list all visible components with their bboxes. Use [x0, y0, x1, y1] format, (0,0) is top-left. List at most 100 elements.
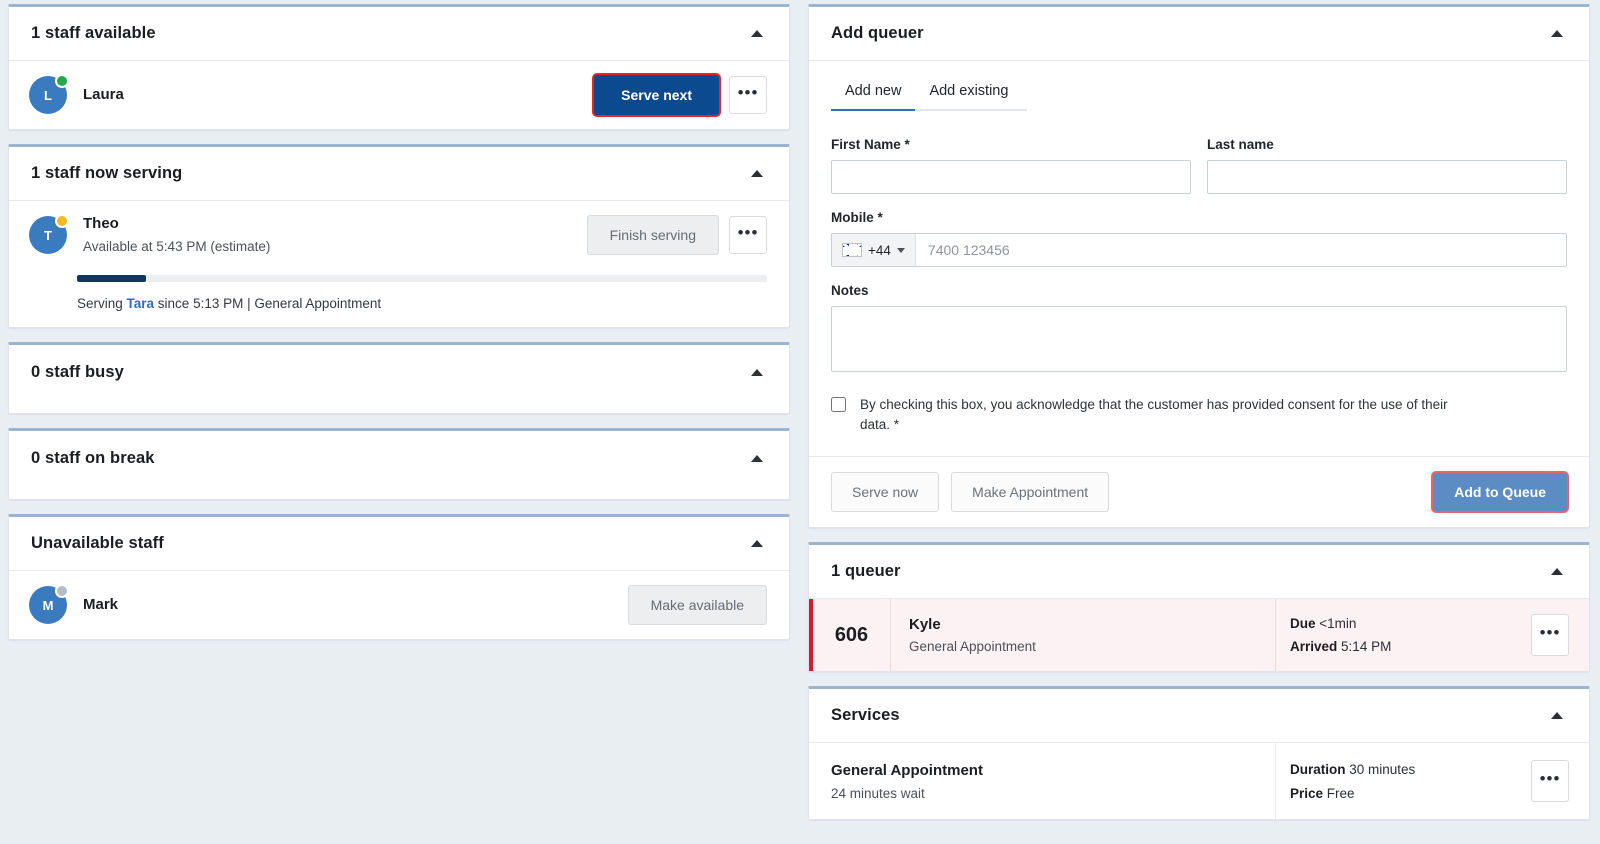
serve-next-button[interactable]: Serve next — [594, 75, 719, 115]
queue-column: Add queuer Add new Add existing First Na… — [808, 0, 1590, 844]
staff-row: T Theo Available at 5:43 PM (estimate) F… — [9, 201, 789, 269]
status-dot-serving-icon — [55, 214, 69, 229]
notes-textarea[interactable] — [831, 306, 1567, 372]
chevron-up-icon[interactable] — [747, 164, 767, 184]
panel-header-serving[interactable]: 1 staff now serving — [9, 147, 789, 201]
service-options-kebab-icon[interactable]: ••• — [1531, 760, 1569, 803]
staff-name: Laura — [83, 85, 124, 103]
staff-availability-estimate: Available at 5:43 PM (estimate) — [83, 238, 271, 254]
service-meta: Duration 30 minutes Price Free — [1275, 743, 1525, 820]
panel-header-add-queuer[interactable]: Add queuer — [809, 7, 1589, 61]
panel-services: Services General Appointment 24 minutes … — [808, 686, 1590, 821]
staff-options-kebab-icon[interactable]: ••• — [729, 216, 767, 255]
avatar: L — [29, 74, 69, 114]
staff-row-actions: Finish serving ••• — [586, 215, 767, 256]
queuer-name: Kyle — [909, 616, 941, 634]
staff-meta: Mark — [83, 596, 628, 615]
service-duration-value: 30 minutes — [1349, 761, 1416, 777]
first-name-input[interactable] — [831, 160, 1191, 194]
staff-row-actions: Make available — [627, 585, 767, 626]
service-price: Price Free — [1290, 786, 1511, 801]
chevron-up-icon[interactable] — [747, 24, 767, 44]
add-to-queue-button[interactable]: Add to Queue — [1433, 473, 1567, 512]
mobile-label: Mobile * — [831, 210, 883, 225]
queuer-row[interactable]: 606 Kyle General Appointment Due <1min A… — [809, 599, 1589, 672]
chevron-up-icon[interactable] — [747, 448, 767, 468]
consent-label: By checking this box, you acknowledge th… — [860, 397, 1448, 432]
queuer-options-kebab-icon[interactable]: ••• — [1531, 614, 1569, 657]
panel-header-break[interactable]: 0 staff on break — [9, 431, 789, 485]
queuer-details: Kyle General Appointment — [891, 599, 1275, 671]
service-row: General Appointment 24 minutes wait Dura… — [809, 743, 1589, 820]
staff-options-kebab-icon[interactable]: ••• — [729, 76, 767, 114]
queuer-timing: Due <1min Arrived 5:14 PM — [1275, 599, 1525, 672]
chevron-up-icon[interactable] — [1547, 24, 1567, 44]
panel-title-queuers: 1 queuer — [831, 562, 901, 581]
serving-details: Serving Tara since 5:13 PM | General App… — [9, 269, 789, 327]
status-dot-available-icon — [55, 74, 69, 88]
add-queuer-footer: Serve now Make Appointment Add to Queue — [809, 456, 1589, 527]
staff-meta: Laura — [83, 86, 594, 105]
name-field-row: First Name * Last name — [831, 137, 1567, 194]
last-name-input[interactable] — [1207, 160, 1567, 194]
queuer-arrived: Arrived 5:14 PM — [1290, 639, 1511, 654]
make-appointment-button[interactable]: Make Appointment — [951, 472, 1110, 513]
chevron-down-icon — [896, 247, 905, 253]
consent-row: By checking this box, you acknowledge th… — [831, 395, 1567, 434]
panel-staff-available: 1 staff available L Laura Serve next ••• — [8, 4, 790, 130]
panel-title-add-queuer: Add queuer — [831, 24, 924, 42]
staff-column: 1 staff available L Laura Serve next ••• — [8, 0, 790, 844]
panel-title-services: Services — [831, 706, 900, 725]
add-queuer-tabs: Add new Add existing — [831, 77, 1027, 111]
chevron-up-icon[interactable] — [1547, 706, 1567, 726]
finish-serving-button[interactable]: Finish serving — [586, 215, 719, 256]
avatar: M — [29, 584, 69, 625]
queuer-arrived-label: Arrived — [1290, 639, 1338, 655]
staff-row-actions: Serve next ••• — [594, 75, 767, 115]
serving-customer-link[interactable]: Tara — [127, 296, 155, 311]
panel-header-unavailable[interactable]: Unavailable staff — [9, 517, 789, 572]
serving-progress-bar — [77, 275, 767, 283]
service-details: General Appointment 24 minutes wait — [809, 743, 1275, 819]
queue-dashboard: 1 staff available L Laura Serve next ••• — [0, 0, 1600, 844]
serving-suffix: since 5:13 PM | General Appointment — [154, 296, 382, 312]
status-dot-unavailable-icon — [55, 584, 69, 599]
queuer-arrived-value: 5:14 PM — [1341, 639, 1392, 655]
service-wait: 24 minutes wait — [831, 785, 925, 801]
panel-title-unavailable: Unavailable staff — [31, 534, 164, 553]
panel-header-queuers[interactable]: 1 queuer — [809, 545, 1589, 600]
chevron-up-icon[interactable] — [1547, 562, 1567, 582]
consent-checkbox[interactable] — [831, 397, 846, 412]
mobile-input-wrapper: +44 — [831, 233, 1567, 267]
service-duration-label: Duration — [1290, 761, 1346, 777]
service-duration: Duration 30 minutes — [1290, 762, 1511, 777]
mobile-input[interactable] — [915, 234, 1566, 266]
chevron-up-icon[interactable] — [747, 534, 767, 554]
panel-header-busy[interactable]: 0 staff busy — [9, 345, 789, 399]
queuer-ticket-number: 606 — [813, 599, 891, 672]
panel-title-available: 1 staff available — [31, 24, 156, 42]
tab-add-new[interactable]: Add new — [831, 77, 916, 111]
staff-name: Theo — [83, 215, 119, 232]
staff-meta: Theo Available at 5:43 PM (estimate) — [83, 215, 587, 255]
notes-label: Notes — [831, 283, 869, 298]
dialcode-value: +44 — [868, 242, 891, 258]
panel-header-available[interactable]: 1 staff available — [9, 7, 789, 61]
panel-staff-unavailable: Unavailable staff M Mark Make available — [8, 514, 790, 641]
make-available-button[interactable]: Make available — [627, 585, 767, 626]
staff-name: Mark — [83, 595, 119, 613]
last-name-group: Last name — [1207, 137, 1567, 194]
last-name-label: Last name — [1207, 137, 1274, 152]
country-dialcode-select[interactable]: +44 — [832, 234, 916, 266]
secondary-actions: Serve now Make Appointment — [831, 472, 1110, 513]
serve-now-button[interactable]: Serve now — [831, 472, 940, 513]
panel-header-services[interactable]: Services — [809, 689, 1589, 744]
add-queuer-form: Add new Add existing First Name * Last n… — [809, 61, 1589, 456]
chevron-up-icon[interactable] — [747, 362, 767, 382]
service-price-label: Price — [1290, 785, 1324, 801]
tab-add-existing[interactable]: Add existing — [915, 77, 1022, 111]
serving-prefix: Serving — [77, 296, 127, 312]
panel-staff-busy: 0 staff busy — [8, 342, 790, 415]
primary-actions: Add to Queue — [1433, 473, 1567, 512]
uk-flag-icon — [842, 243, 862, 257]
